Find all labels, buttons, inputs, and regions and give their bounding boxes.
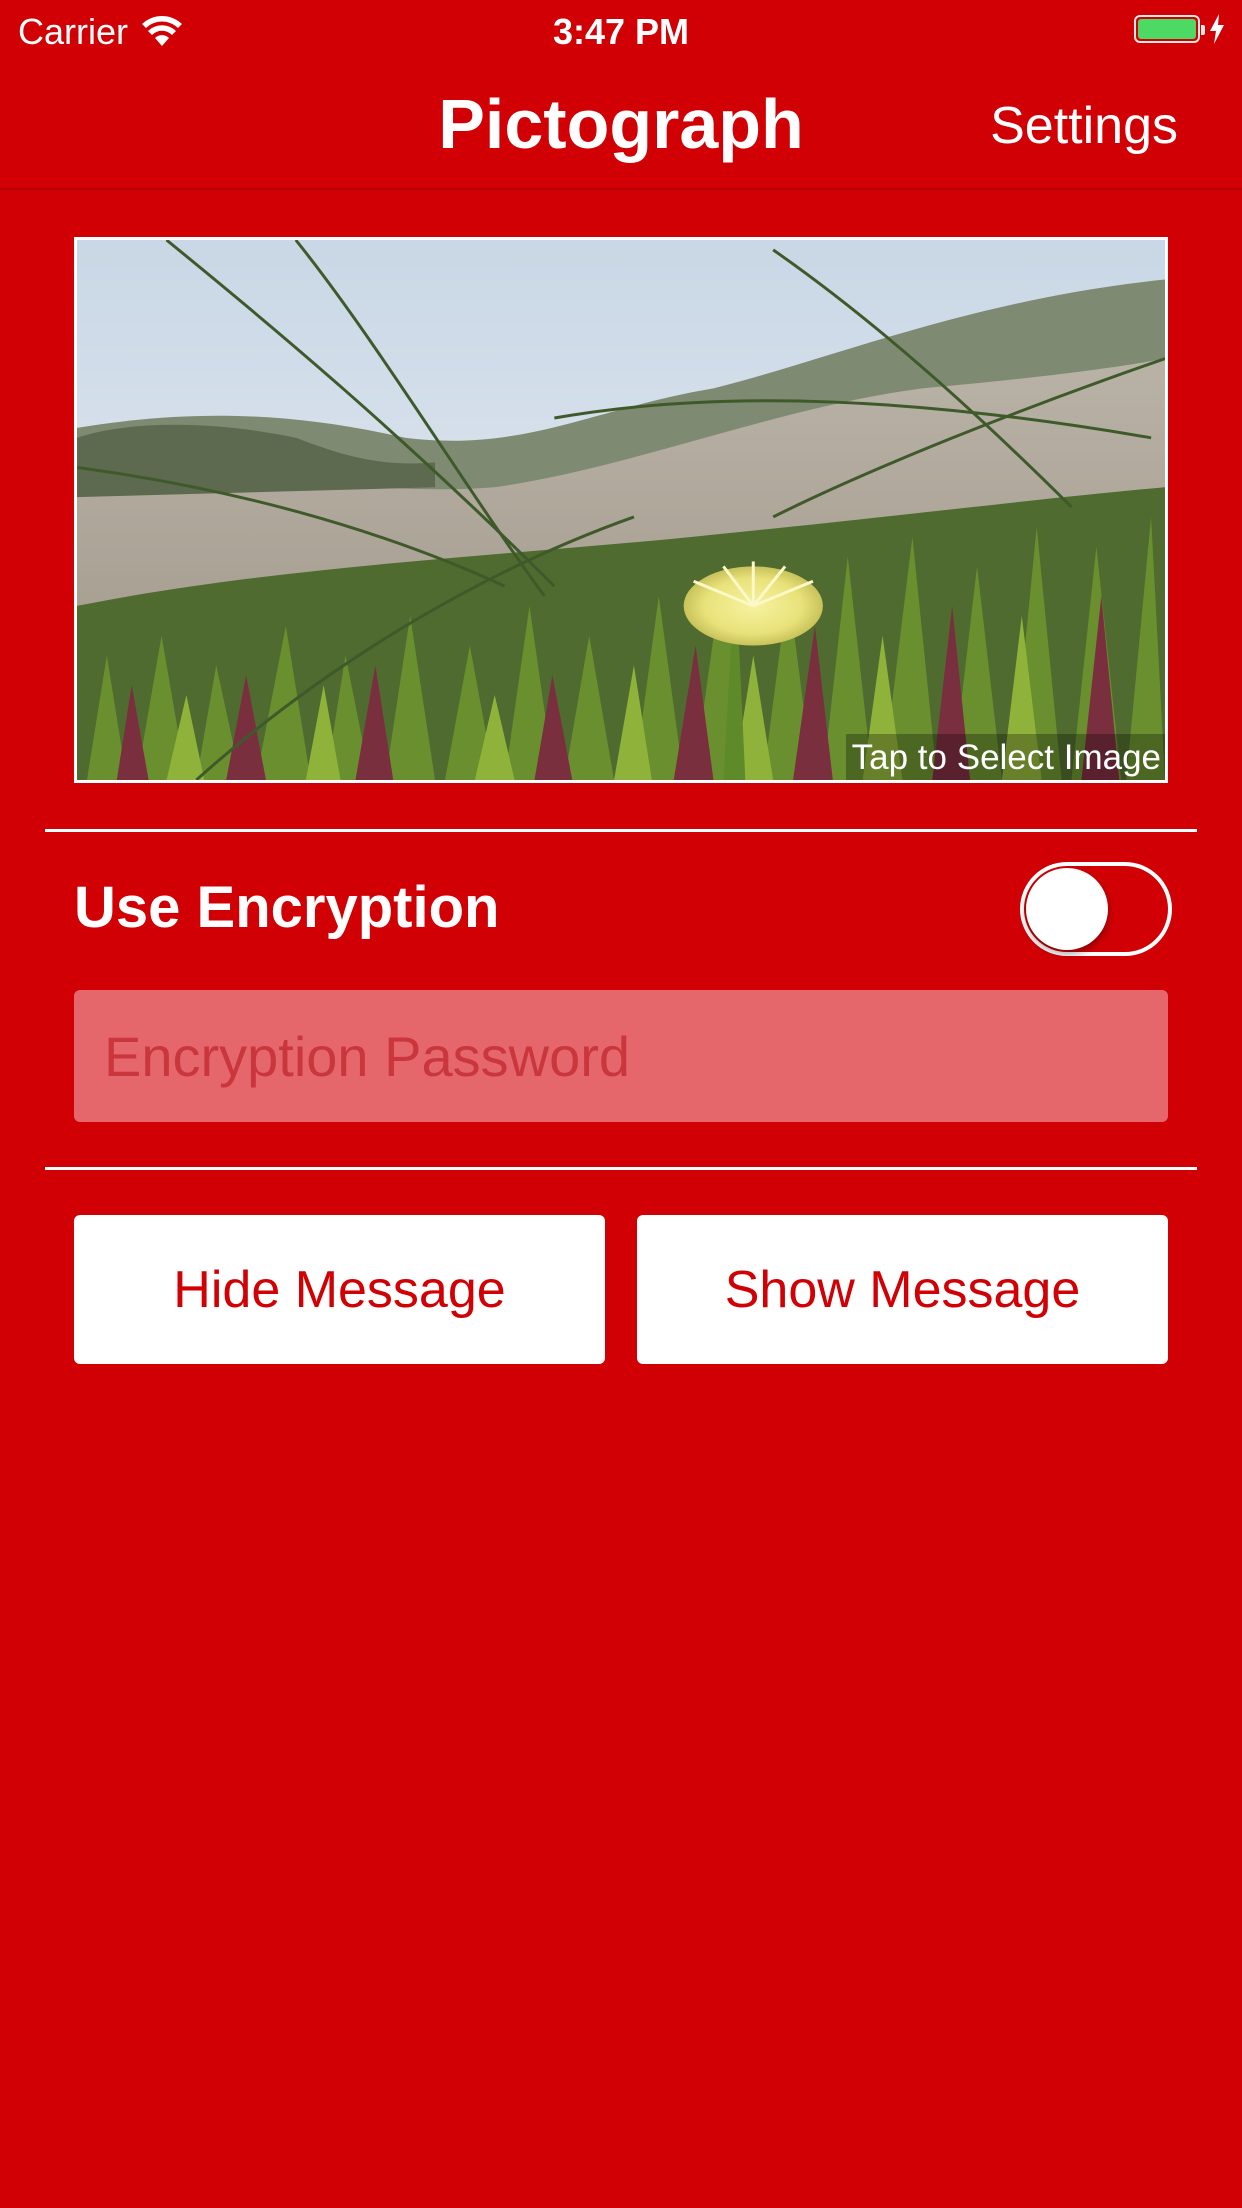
selected-photo (77, 240, 1165, 780)
toggle-knob (1026, 868, 1108, 950)
status-time: 3:47 PM (552, 11, 690, 52)
tap-to-select-label: Tap to Select Image (845, 734, 1165, 780)
battery-indicator (1134, 14, 1226, 44)
app-screen: Carrier 3:47 PM Pictograph Settings Tap … (0, 0, 1242, 2208)
encryption-password-field[interactable] (74, 990, 1168, 1122)
battery-icon (1134, 15, 1205, 43)
charging-bolt-icon (1210, 14, 1224, 44)
status-bar: Carrier 3:47 PM (0, 0, 1242, 60)
settings-button[interactable]: Settings (990, 94, 1178, 158)
show-message-button[interactable]: Show Message (637, 1215, 1168, 1364)
image-picker[interactable]: Tap to Select Image (74, 237, 1168, 783)
top-divider (45, 829, 1197, 832)
bottom-divider (45, 1167, 1197, 1170)
use-encryption-label: Use Encryption (74, 875, 500, 940)
navigation-bar: Pictograph Settings (0, 60, 1242, 190)
battery-level-fill (1138, 19, 1196, 39)
hide-message-button[interactable]: Hide Message (74, 1215, 605, 1364)
encryption-toggle[interactable] (1020, 862, 1172, 956)
